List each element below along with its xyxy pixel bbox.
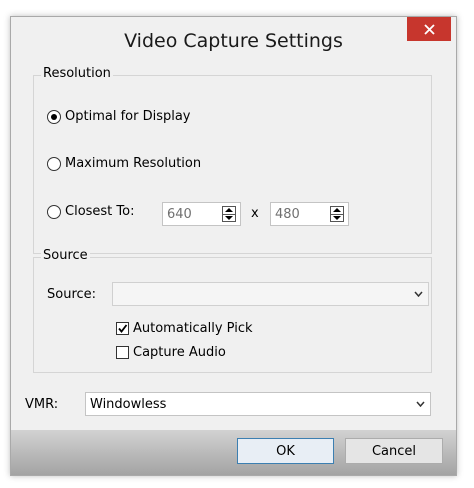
- radio-label: Closest To:: [65, 204, 135, 219]
- checkbox-label: Capture Audio: [133, 345, 226, 360]
- checkmark-icon: [118, 324, 128, 333]
- height-stepper[interactable]: 480: [270, 202, 349, 226]
- ok-button[interactable]: OK: [237, 438, 334, 464]
- dialog-window: Video Capture Settings Resolution Optima…: [10, 16, 457, 476]
- checkbox-indicator: [116, 346, 129, 359]
- spin-down-icon[interactable]: [331, 213, 343, 222]
- capture-audio-checkbox[interactable]: Capture Audio: [116, 345, 226, 360]
- close-icon: [423, 23, 435, 35]
- vmr-value: Windowless: [90, 396, 167, 412]
- source-group-label: Source: [41, 248, 90, 263]
- chevron-down-icon[interactable]: [408, 291, 428, 297]
- width-value[interactable]: 640: [163, 207, 222, 222]
- radio-indicator: [47, 204, 61, 219]
- cancel-button[interactable]: Cancel: [345, 438, 443, 464]
- title-bar[interactable]: Video Capture Settings: [11, 17, 456, 63]
- vmr-label: VMR:: [25, 397, 59, 412]
- vmr-dropdown[interactable]: Windowless: [85, 392, 431, 416]
- radio-label: Optimal for Display: [65, 109, 191, 124]
- radio-closest-to[interactable]: Closest To:: [47, 204, 134, 219]
- radio-indicator: [47, 156, 61, 171]
- button-bar: OK Cancel: [11, 430, 456, 475]
- radio-maximum-resolution[interactable]: Maximum Resolution: [47, 156, 201, 171]
- width-spin-buttons[interactable]: [222, 206, 236, 222]
- radio-optimal-for-display[interactable]: Optimal for Display: [47, 109, 191, 124]
- radio-indicator: [47, 109, 61, 124]
- source-field-label: Source:: [47, 287, 97, 302]
- dimension-separator: x: [251, 206, 259, 221]
- checkbox-label: Automatically Pick: [133, 321, 253, 336]
- close-button[interactable]: [407, 17, 451, 41]
- automatically-pick-checkbox[interactable]: Automatically Pick: [116, 321, 253, 336]
- chevron-down-icon[interactable]: [410, 401, 430, 407]
- checkbox-indicator: [116, 322, 129, 335]
- source-dropdown[interactable]: [112, 282, 429, 306]
- height-value[interactable]: 480: [271, 207, 330, 222]
- spin-down-icon[interactable]: [223, 213, 235, 222]
- window-title: Video Capture Settings: [124, 30, 343, 52]
- resolution-group-label: Resolution: [41, 66, 113, 81]
- height-spin-buttons[interactable]: [330, 206, 344, 222]
- source-group: [33, 257, 432, 373]
- radio-label: Maximum Resolution: [65, 156, 202, 171]
- width-stepper[interactable]: 640: [162, 202, 241, 226]
